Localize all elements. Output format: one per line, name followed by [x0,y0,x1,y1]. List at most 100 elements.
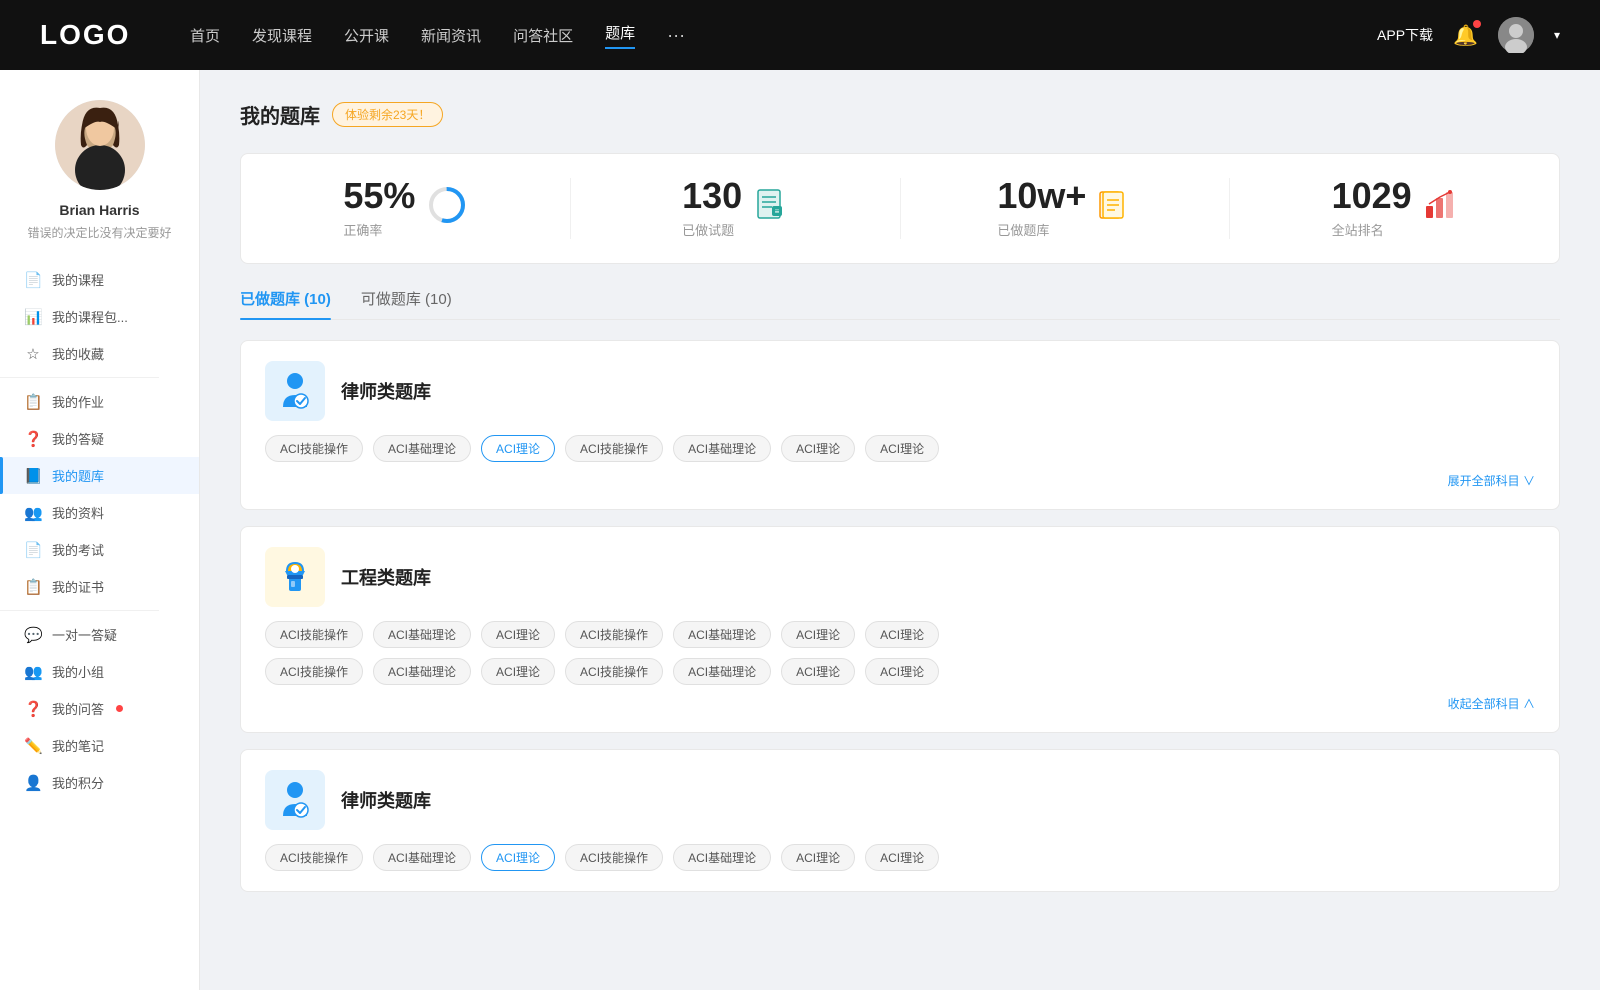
sidebar-item-course-package[interactable]: 📊 我的课程包... [0,298,199,335]
tag-1-7[interactable]: ACI技能操作 [265,658,363,685]
bell-icon: 🔔 [1453,25,1478,47]
tab-done-banks[interactable]: 已做题库 (10) [240,288,331,319]
tag-0-4[interactable]: ACI基础理论 [673,435,771,462]
tab-available-banks[interactable]: 可做题库 (10) [361,288,452,319]
sidebar-item-course[interactable]: 📄 我的课程 [0,261,199,298]
nav-more-icon[interactable]: ··· [667,25,685,46]
stat-done-banks-text: 10w+ 已做题库 [997,178,1086,239]
avatar-chevron-icon[interactable]: ▾ [1554,28,1560,42]
list-stat-icon [1098,188,1132,229]
nav-qbank[interactable]: 题库 [605,22,635,49]
qbank-expand-0[interactable]: 展开全部科目 ∨ [265,472,1535,489]
tag-0-3[interactable]: ACI技能操作 [565,435,663,462]
qbank-card-1: 工程类题库 ACI技能操作 ACI基础理论 ACI理论 ACI技能操作 ACI基… [240,526,1560,733]
tag-0-1[interactable]: ACI基础理论 [373,435,471,462]
qbank-collapse-1[interactable]: 收起全部科目 ∧ [265,695,1535,712]
tag-2-1[interactable]: ACI基础理论 [373,844,471,871]
qbank-header-0: 律师类题库 [265,361,1535,421]
favorites-icon: ☆ [24,345,42,363]
stat-done-banks: 10w+ 已做题库 [901,178,1231,239]
tag-1-13[interactable]: ACI理论 [865,658,939,685]
sidebar-item-label: 我的题库 [52,466,104,485]
sidebar-item-qbank[interactable]: 📘 我的题库 [0,457,199,494]
qbank-tags-1-row2: ACI技能操作 ACI基础理论 ACI理论 ACI技能操作 ACI基础理论 AC… [265,658,1535,685]
tag-0-0[interactable]: ACI技能操作 [265,435,363,462]
qbank-tags-0: ACI技能操作 ACI基础理论 ACI理论 ACI技能操作 ACI基础理论 AC… [265,435,1535,462]
stat-accuracy-value: 55% [343,178,415,214]
app-download-button[interactable]: APP下载 [1377,25,1433,45]
page-header: 我的题库 体验剩余23天！ [240,100,1560,129]
nav-qa[interactable]: 问答社区 [513,25,573,46]
qbank-icon-0 [265,361,325,421]
tag-1-2[interactable]: ACI理论 [481,621,555,648]
tag-2-3[interactable]: ACI技能操作 [565,844,663,871]
page-title: 我的题库 [240,100,320,129]
qa-icon: ❓ [24,430,42,448]
qbank-tags-1-row1: ACI技能操作 ACI基础理论 ACI理论 ACI技能操作 ACI基础理论 AC… [265,621,1535,648]
lawyer-icon [273,369,317,413]
notification-bell[interactable]: 🔔 [1453,23,1478,48]
tag-1-3[interactable]: ACI技能操作 [565,621,663,648]
tag-0-5[interactable]: ACI理论 [781,435,855,462]
sidebar-item-exam[interactable]: 📄 我的考试 [0,531,199,568]
stat-ranking-label: 全站排名 [1332,220,1412,239]
stats-row: 55% 正确率 130 已做试题 [240,153,1560,264]
tag-2-5[interactable]: ACI理论 [781,844,855,871]
sidebar-item-points[interactable]: 👤 我的积分 [0,764,199,801]
sidebar-item-profile[interactable]: 👥 我的资料 [0,494,199,531]
nav-home[interactable]: 首页 [190,25,220,46]
sidebar-item-label: 我的小组 [52,662,104,681]
nav-discover[interactable]: 发现课程 [252,25,312,46]
sidebar-item-tutoring[interactable]: 💬 一对一答疑 [0,616,199,653]
stat-done-banks-label: 已做题库 [997,220,1086,239]
qbank-card-0: 律师类题库 ACI技能操作 ACI基础理论 ACI理论 ACI技能操作 ACI基… [240,340,1560,510]
tag-1-4[interactable]: ACI基础理论 [673,621,771,648]
points-icon: 👤 [24,774,42,792]
stat-done-questions: 130 已做试题 ≡ [571,178,901,239]
stat-accuracy: 55% 正确率 [241,178,571,239]
notification-dot [1473,20,1481,28]
sidebar-item-certificate[interactable]: 📋 我的证书 [0,568,199,605]
qbank-title-0: 律师类题库 [341,378,431,404]
stat-done-questions-text: 130 已做试题 [682,178,742,239]
tag-2-0[interactable]: ACI技能操作 [265,844,363,871]
sidebar-item-questions[interactable]: ❓ 我的问答 [0,690,199,727]
sidebar-avatar-image [55,100,145,190]
nav-opencourse[interactable]: 公开课 [344,25,389,46]
sidebar-item-label: 我的作业 [52,392,104,411]
tag-1-8[interactable]: ACI基础理论 [373,658,471,685]
tabs-row: 已做题库 (10) 可做题库 (10) [240,288,1560,320]
tag-1-12[interactable]: ACI理论 [781,658,855,685]
stat-done-banks-value: 10w+ [997,178,1086,214]
homework-icon: 📋 [24,393,42,411]
sidebar-item-label: 我的积分 [52,773,104,792]
sidebar-item-qa[interactable]: ❓ 我的答疑 [0,420,199,457]
qbank-icon: 📘 [24,467,42,485]
tag-1-5[interactable]: ACI理论 [781,621,855,648]
certificate-icon: 📋 [24,578,42,596]
sidebar-item-group[interactable]: 👥 我的小组 [0,653,199,690]
sidebar-item-label: 我的问答 [52,699,104,718]
tag-1-11[interactable]: ACI基础理论 [673,658,771,685]
tag-1-9[interactable]: ACI理论 [481,658,555,685]
tag-2-2[interactable]: ACI理论 [481,844,555,871]
tag-2-4[interactable]: ACI基础理论 [673,844,771,871]
tag-1-1[interactable]: ACI基础理论 [373,621,471,648]
sidebar-item-homework[interactable]: 📋 我的作业 [0,383,199,420]
tag-0-2[interactable]: ACI理论 [481,435,555,462]
stat-done-questions-label: 已做试题 [682,220,742,239]
sidebar-divider-1 [0,377,159,378]
tag-0-6[interactable]: ACI理论 [865,435,939,462]
sidebar-menu: 📄 我的课程 📊 我的课程包... ☆ 我的收藏 📋 我的作业 ❓ 我的答疑 [0,261,199,801]
nav-news[interactable]: 新闻资讯 [421,25,481,46]
qbank-icon-1 [265,547,325,607]
tag-1-0[interactable]: ACI技能操作 [265,621,363,648]
sidebar-avatar [55,100,145,190]
tag-1-6[interactable]: ACI理论 [865,621,939,648]
user-avatar[interactable] [1498,17,1534,53]
sidebar-item-notes[interactable]: ✏️ 我的笔记 [0,727,199,764]
sidebar-item-favorites[interactable]: ☆ 我的收藏 [0,335,199,372]
tutoring-icon: 💬 [24,626,42,644]
tag-2-6[interactable]: ACI理论 [865,844,939,871]
tag-1-10[interactable]: ACI技能操作 [565,658,663,685]
